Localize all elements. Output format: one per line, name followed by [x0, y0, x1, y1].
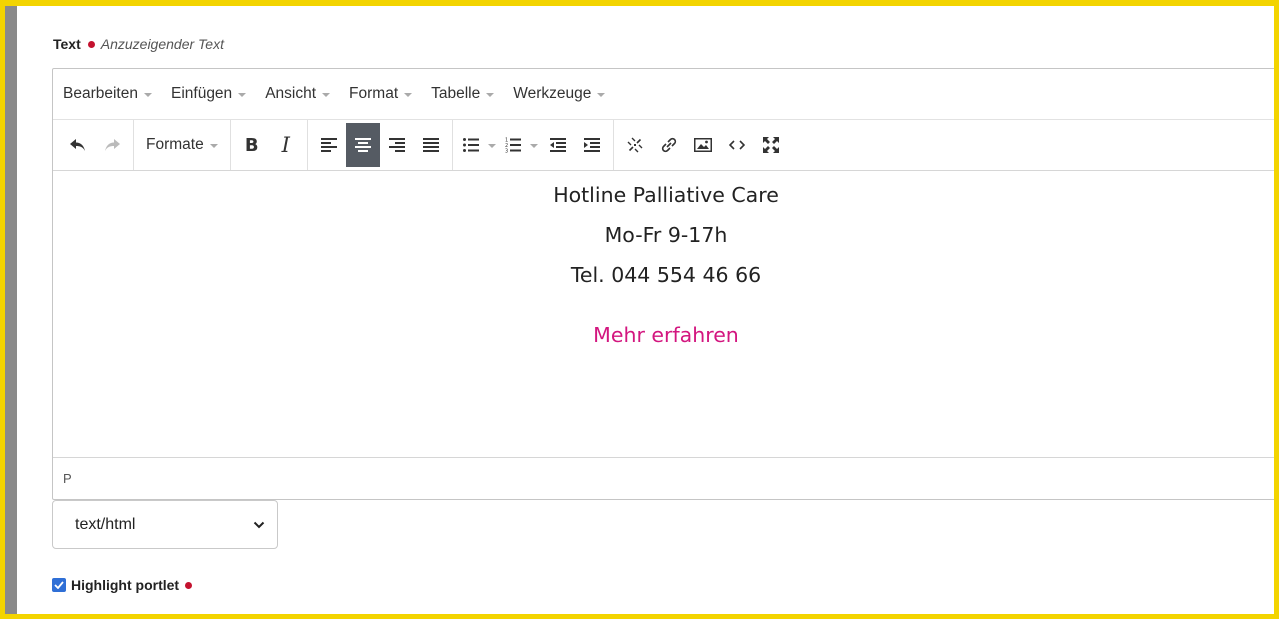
chevron-down-icon	[486, 92, 495, 97]
menu-tools[interactable]: Werkzeuge	[513, 85, 606, 103]
menu-format-label: Format	[349, 85, 399, 102]
content-line-3: Tel. 044 554 46 66	[570, 263, 762, 287]
menu-edit[interactable]: Bearbeiten	[63, 85, 152, 103]
align-left-icon	[320, 138, 337, 152]
editor-content-area[interactable]: Hotline Palliative Care Mo-Fr 9-17h Tel.…	[53, 171, 1274, 457]
outdent-icon	[549, 138, 566, 152]
svg-text:3: 3	[505, 149, 508, 154]
chevron-down-icon	[487, 143, 496, 148]
numbered-list-icon: 123	[505, 138, 521, 154]
history-group	[57, 120, 134, 170]
undo-button[interactable]	[61, 123, 95, 167]
indent-button[interactable]	[575, 123, 609, 167]
outdent-button[interactable]	[541, 123, 575, 167]
source-code-button[interactable]	[720, 123, 754, 167]
bullet-list-options[interactable]	[485, 123, 499, 167]
editor-toolbar: Formate B I 1 2 3	[53, 119, 1274, 171]
menu-insert[interactable]: Einfügen	[170, 85, 247, 103]
chevron-down-icon	[529, 143, 538, 148]
menu-edit-label: Bearbeiten	[63, 85, 138, 102]
align-right-icon	[388, 138, 405, 152]
chevron-down-icon	[209, 143, 218, 148]
image-button[interactable]	[686, 123, 720, 167]
bullet-list-button[interactable]	[457, 123, 485, 167]
italic-button[interactable]: I	[269, 123, 303, 167]
unlink-icon	[627, 137, 643, 153]
redo-icon	[105, 139, 120, 151]
menu-insert-label: Einfügen	[170, 85, 233, 102]
fullscreen-button[interactable]	[754, 123, 788, 167]
style-group: B I	[231, 120, 308, 170]
numbered-list-button[interactable]: 123	[499, 123, 527, 167]
align-right-button[interactable]	[380, 123, 414, 167]
highlight-portlet-option: Highlight portlet	[52, 577, 198, 593]
element-path[interactable]: P	[63, 471, 72, 486]
indent-icon	[583, 138, 600, 152]
chevron-down-icon	[322, 92, 331, 97]
align-left-button[interactable]	[312, 123, 346, 167]
image-icon	[693, 138, 712, 152]
bullet-list-icon	[462, 138, 479, 152]
unlink-button[interactable]	[618, 123, 652, 167]
content-line-1: Hotline Palliative Care	[553, 183, 779, 207]
redo-button[interactable]	[95, 123, 129, 167]
align-center-button[interactable]	[345, 123, 380, 167]
bold-button[interactable]: B	[235, 123, 269, 167]
editor-menubar: Bearbeiten Einfügen Ansicht Format Tabel…	[53, 69, 1274, 119]
menu-view-label: Ansicht	[265, 85, 317, 102]
text-field-label: Text Anzuzeigender Text	[53, 36, 224, 52]
fullscreen-icon	[762, 137, 779, 153]
menu-tools-label: Werkzeuge	[513, 85, 592, 102]
chevron-down-icon	[253, 521, 265, 528]
formats-label: Formate	[146, 136, 204, 153]
content-line-2: Mo-Fr 9-17h	[604, 223, 728, 247]
chevron-down-icon	[597, 92, 606, 97]
code-icon	[728, 140, 745, 150]
required-indicator	[185, 581, 193, 589]
required-indicator	[87, 40, 95, 48]
formats-group: Formate	[134, 120, 231, 170]
link-button[interactable]	[652, 123, 686, 167]
align-group	[308, 120, 453, 170]
chevron-down-icon	[404, 92, 413, 97]
chevron-down-icon	[238, 92, 247, 97]
list-group: 123	[453, 120, 614, 170]
insert-group	[614, 120, 792, 170]
link-icon	[661, 137, 676, 153]
align-center-icon	[354, 138, 371, 152]
align-justify-icon	[422, 138, 439, 152]
numbered-list-options[interactable]	[527, 123, 541, 167]
align-justify-button[interactable]	[414, 123, 448, 167]
highlight-portlet-checkbox[interactable]	[52, 578, 66, 592]
undo-icon	[70, 139, 85, 151]
menu-view[interactable]: Ansicht	[265, 85, 331, 103]
highlight-portlet-label[interactable]: Highlight portlet	[71, 577, 179, 593]
mimetype-selected-value: text/html	[75, 515, 136, 533]
menu-table[interactable]: Tabelle	[431, 85, 495, 103]
menu-format[interactable]: Format	[349, 85, 413, 103]
formats-dropdown[interactable]: Formate	[138, 123, 226, 167]
field-hint: Anzuzeigender Text	[100, 36, 224, 52]
rich-text-editor: Bearbeiten Einfügen Ansicht Format Tabel…	[52, 68, 1274, 500]
field-label-text: Text	[53, 36, 81, 52]
portlet-edit-form: Text Anzuzeigender Text Bearbeiten Einfü…	[5, 6, 1274, 614]
checkmark-icon	[54, 581, 64, 589]
left-accent-bar	[5, 6, 17, 614]
menu-table-label: Tabelle	[431, 85, 481, 102]
editor-statusbar: P	[53, 457, 1274, 499]
mimetype-select[interactable]: text/html	[52, 500, 278, 549]
chevron-down-icon	[143, 92, 152, 97]
more-info-link[interactable]: Mehr erfahren	[53, 323, 1274, 347]
